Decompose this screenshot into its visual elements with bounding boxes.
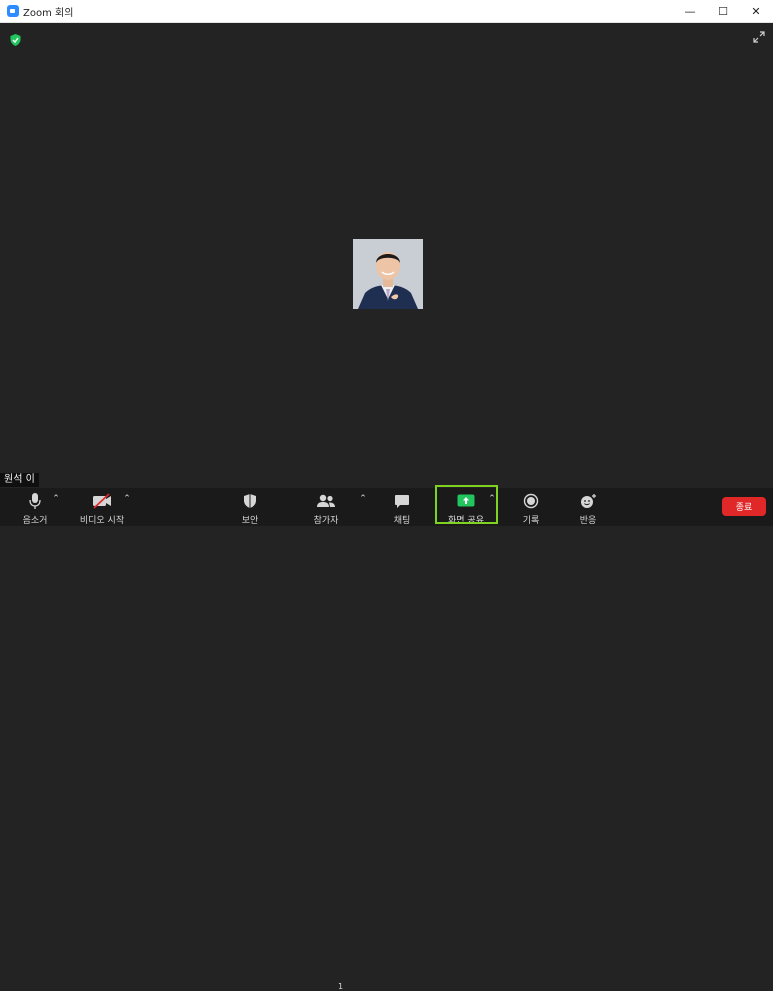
people-icon xyxy=(316,491,336,511)
close-button[interactable]: ✕ xyxy=(741,0,771,22)
participant-name-label: 원석 이 xyxy=(0,473,39,487)
participant-avatar xyxy=(353,239,423,309)
shield-icon xyxy=(243,491,257,511)
video-options-chevron-icon[interactable]: ⌃ xyxy=(122,494,132,504)
zoom-app-icon xyxy=(7,5,19,17)
meeting-toolbar: 음소거 ⌃ 비디오 시작 ⌃ 보안 참가자 1 ⌃ 채팅 화면 공유 ⌃ 기록 … xyxy=(0,488,773,991)
reactions-button[interactable]: 반응 xyxy=(574,488,602,526)
record-button[interactable]: 기록 xyxy=(517,488,545,526)
zoom-meeting-window: Zoom 회의 — ☐ ✕ 원석 이 음소거 ⌃ 비디오 시작 ⌃ 보안 참가자… xyxy=(0,0,773,991)
window-title: Zoom 회의 xyxy=(23,8,74,19)
participants-options-chevron-icon[interactable]: ⌃ xyxy=(358,494,368,504)
audio-label: 음소거 xyxy=(22,516,48,526)
chat-button[interactable]: 채팅 xyxy=(388,488,416,526)
minimize-button[interactable]: — xyxy=(675,0,705,22)
chat-bubble-icon xyxy=(394,491,410,511)
participants-button[interactable]: 참가자 xyxy=(310,488,342,526)
video-label: 비디오 시작 xyxy=(79,516,125,526)
participant-count-badge: 1 xyxy=(338,982,344,991)
participants-label: 참가자 xyxy=(313,516,339,526)
encryption-shield-icon[interactable] xyxy=(10,31,21,46)
chat-label: 채팅 xyxy=(393,516,411,526)
share-screen-highlight xyxy=(435,485,498,524)
title-bar: Zoom 회의 — ☐ ✕ xyxy=(0,0,773,23)
audio-options-chevron-icon[interactable]: ⌃ xyxy=(51,494,61,504)
end-meeting-button[interactable]: 종료 xyxy=(722,497,766,516)
reactions-label: 반응 xyxy=(579,516,597,526)
record-icon xyxy=(523,491,539,511)
smiley-plus-icon xyxy=(579,491,597,511)
maximize-button[interactable]: ☐ xyxy=(708,0,738,22)
security-label: 보안 xyxy=(241,516,259,526)
start-video-button[interactable]: 비디오 시작 xyxy=(75,488,129,526)
mute-audio-button[interactable]: 음소거 xyxy=(18,488,52,526)
fullscreen-expand-icon[interactable] xyxy=(753,31,765,43)
microphone-icon xyxy=(28,491,42,511)
video-off-icon xyxy=(92,491,112,511)
record-label: 기록 xyxy=(522,516,540,526)
security-button[interactable]: 보안 xyxy=(236,488,264,526)
